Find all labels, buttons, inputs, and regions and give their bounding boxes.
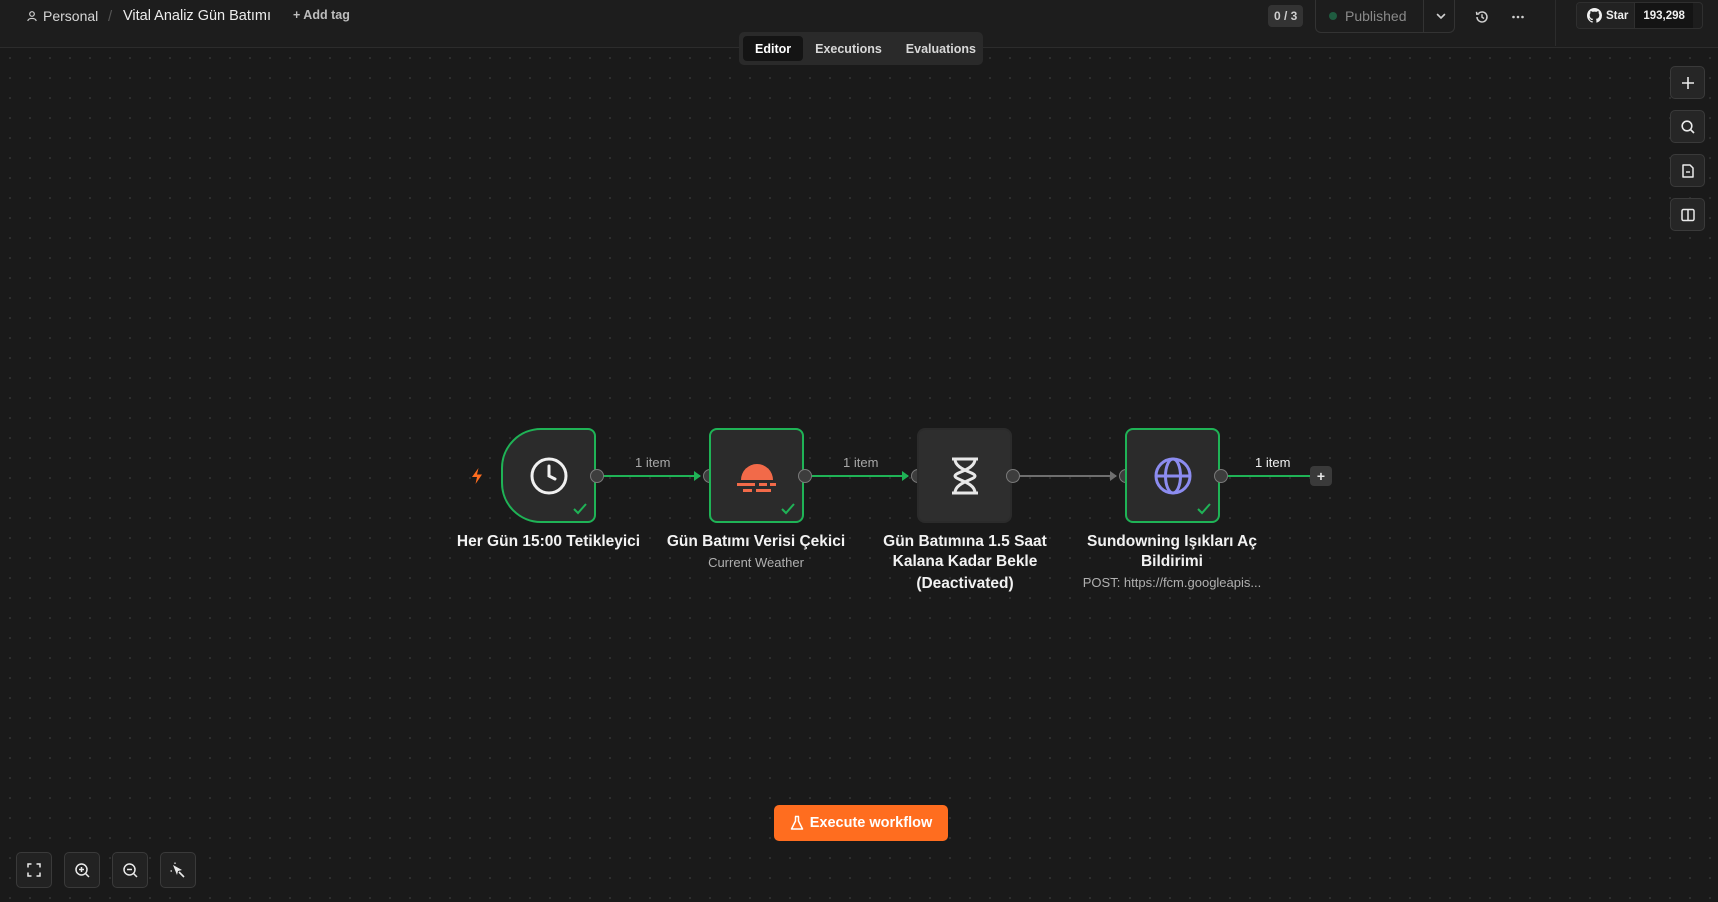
- execute-workflow-label: Execute workflow: [809, 815, 933, 831]
- sunset-icon: [736, 463, 776, 492]
- add-node-toolbar-button[interactable]: [1670, 66, 1705, 99]
- connection-arrow: [694, 471, 701, 481]
- note-icon: [1681, 163, 1694, 178]
- history-icon[interactable]: [1472, 7, 1492, 27]
- fit-view-button[interactable]: [16, 852, 52, 888]
- chevron-down-icon[interactable]: [1434, 9, 1448, 23]
- workflow-editor: Personal / Vital Analiz Gün Batımı + Add…: [0, 0, 1718, 902]
- node-output-port[interactable]: [1006, 469, 1020, 483]
- sticky-note-button[interactable]: [1670, 154, 1705, 187]
- zoom-out-button[interactable]: [112, 852, 148, 888]
- zoom-out-icon: [122, 862, 138, 878]
- tab-editor[interactable]: Editor: [743, 36, 804, 61]
- trigger-lightning-icon: [472, 468, 482, 484]
- connection-label: 1 item: [843, 455, 879, 470]
- connection-label: 1 item: [635, 455, 671, 470]
- zoom-in-icon: [74, 862, 90, 878]
- add-tag-button[interactable]: + Add tag: [293, 8, 350, 22]
- node-output-port[interactable]: [1214, 469, 1228, 483]
- add-node-button[interactable]: +: [1310, 466, 1332, 486]
- node-output-port[interactable]: [798, 469, 812, 483]
- canvas-zoom-toolbar: [16, 852, 196, 888]
- tidy-up-button[interactable]: [160, 852, 196, 888]
- canvas-right-toolbar: [1670, 66, 1705, 242]
- workflow-node-wait[interactable]: [917, 428, 1012, 523]
- github-star-button[interactable]: Star 193,298: [1576, 2, 1703, 29]
- plus-icon: [1681, 76, 1694, 89]
- workflow-node-trigger[interactable]: [501, 428, 596, 523]
- breadcrumb-project[interactable]: Personal: [26, 8, 98, 24]
- workflow-canvas[interactable]: Her Gün 15:00 Tetikleyici Gün Batımı Ver…: [0, 48, 1718, 902]
- github-star-count: 193,298: [1634, 3, 1693, 28]
- node-label: Gün Batımı Verisi Çekici: [666, 533, 846, 550]
- hourglass-icon: [951, 457, 978, 494]
- connection-label: 1 item: [1255, 455, 1291, 470]
- user-icon: [27, 11, 37, 22]
- toggle-panel-button[interactable]: [1670, 198, 1705, 231]
- check-icon: [781, 503, 795, 515]
- check-icon: [1197, 503, 1211, 515]
- fit-screen-icon: [27, 863, 41, 877]
- zoom-in-button[interactable]: [64, 852, 100, 888]
- view-tabs: Editor Executions Evaluations: [739, 32, 983, 65]
- more-options-icon[interactable]: [1508, 7, 1528, 27]
- check-icon: [573, 503, 587, 515]
- node-label: Her Gün 15:00 Tetikleyici: [456, 533, 641, 550]
- search-icon: [1680, 119, 1695, 134]
- tab-executions[interactable]: Executions: [803, 36, 894, 61]
- workflow-node-sunset[interactable]: [709, 428, 804, 523]
- pager-badge: 0 / 3: [1268, 5, 1304, 27]
- connection-arrow: [1110, 471, 1117, 481]
- clock-icon: [530, 457, 567, 494]
- publish-status-label: Published: [1345, 8, 1407, 24]
- node-subtitle: POST: https://fcm.googleapis...: [1082, 575, 1262, 590]
- breadcrumb-project-label: Personal: [43, 8, 99, 24]
- panel-icon: [1680, 208, 1695, 221]
- execute-workflow-button[interactable]: Execute workflow: [774, 805, 948, 841]
- publish-status[interactable]: Published: [1315, 0, 1455, 33]
- github-star-label: Star: [1606, 9, 1629, 22]
- connections-layer: [603, 471, 1310, 481]
- connection-arrow: [902, 471, 909, 481]
- flask-icon: [790, 815, 803, 830]
- workflow-title[interactable]: Vital Analiz Gün Batımı: [123, 8, 271, 24]
- status-dot: [1329, 12, 1337, 20]
- node-label: Sundowning Işıkları Aç Bildirimi: [1087, 533, 1257, 570]
- node-output-port[interactable]: [590, 469, 604, 483]
- github-icon: [1587, 8, 1602, 23]
- search-nodes-button[interactable]: [1670, 110, 1705, 143]
- node-label: Gün Batımına 1.5 Saat Kalana Kadar Bekle…: [883, 533, 1047, 592]
- workflow-node-http[interactable]: [1125, 428, 1220, 523]
- node-subtitle: Current Weather: [708, 555, 804, 570]
- breadcrumb-separator: /: [108, 8, 113, 25]
- tab-evaluations[interactable]: Evaluations: [894, 36, 988, 61]
- magic-wand-icon: [170, 862, 185, 878]
- globe-icon: [1154, 457, 1191, 494]
